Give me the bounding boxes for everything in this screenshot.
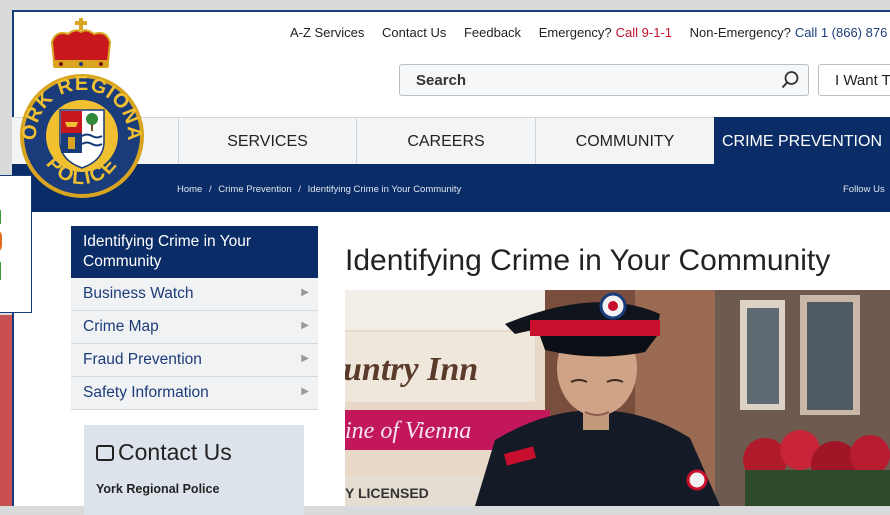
sidebar-item-label: Safety Information: [83, 384, 209, 401]
nav-community[interactable]: COMMUNITY: [535, 117, 714, 164]
page-title: Identifying Crime in Your Community: [345, 244, 831, 277]
emergency-info: Emergency? Call 9-1-1: [539, 25, 672, 40]
follow-us-label: Follow Us: [843, 184, 885, 195]
contact-us-box: Contact Us York Regional Police: [84, 425, 304, 515]
overlay-mark: [0, 262, 1, 280]
breadcrumb-section[interactable]: Crime Prevention: [218, 184, 291, 195]
search-placeholder: Search: [416, 72, 467, 89]
sign-text-top: untry Inn: [345, 351, 478, 388]
breadcrumb: Home / Crime Prevention / Identifying Cr…: [177, 184, 461, 195]
contact-title-text: Contact Us: [118, 439, 232, 465]
chevron-right-icon: ▶: [301, 287, 309, 298]
background-strip: [0, 315, 12, 506]
crown-icon: [50, 18, 112, 68]
emergency-label: Emergency?: [538, 25, 612, 40]
breadcrumb-separator: /: [208, 184, 212, 195]
sidebar-item-label: Crime Map: [83, 318, 159, 335]
chevron-right-icon: ▶: [301, 320, 309, 331]
contact-us-link[interactable]: Contact Us: [382, 25, 446, 40]
sidebar-item-business-watch[interactable]: Business Watch ▶: [71, 278, 318, 311]
sidebar-item-label: Fraud Prevention: [83, 351, 202, 368]
search-input[interactable]: Search: [399, 64, 809, 96]
frame-top: [12, 10, 890, 12]
sidebar-item-fraud-prevention[interactable]: Fraud Prevention ▶: [71, 344, 318, 377]
overlay-mark: [0, 210, 1, 224]
breadcrumb-separator: /: [298, 184, 301, 195]
non-emergency-call[interactable]: Call 1 (866) 876: [795, 25, 888, 40]
nav-careers[interactable]: CAREERS: [356, 117, 535, 164]
sign-text-middle: ine of Vienna: [345, 418, 471, 444]
utility-links: A-Z Services Contact Us Feedback Emergen…: [290, 25, 890, 40]
contact-title: Contact Us: [96, 439, 232, 466]
sidebar-item-safety-information[interactable]: Safety Information ▶: [71, 377, 318, 410]
non-emergency-info: Non-Emergency? Call 1 (866) 876: [690, 25, 888, 40]
sidebar-item-label: Business Watch: [83, 285, 194, 302]
chevron-right-icon: ▶: [301, 353, 309, 364]
i-want-to-button[interactable]: I Want T: [818, 64, 890, 96]
sign-text-bottom: Y LICENSED: [345, 485, 429, 501]
hero-photo: untry Inn ine of Vienna Y LICENSED: [345, 290, 890, 506]
breadcrumb-home[interactable]: Home: [177, 184, 202, 195]
chevron-right-icon: ▶: [301, 386, 309, 397]
sidebar-heading[interactable]: Identifying Crime in Your Community: [71, 226, 318, 278]
overlay-mark: [0, 228, 2, 254]
nav-crime-prevention[interactable]: CRIME PREVENTION: [714, 117, 890, 164]
breadcrumb-current: Identifying Crime in Your Community: [307, 184, 462, 195]
az-services-link[interactable]: A-Z Services: [290, 25, 364, 40]
feedback-link[interactable]: Feedback: [464, 25, 521, 40]
shield-icon: [59, 109, 105, 169]
sidebar-menu: Identifying Crime in Your Community Busi…: [71, 226, 318, 410]
emergency-call[interactable]: Call 9-1-1: [616, 25, 672, 40]
nav-services[interactable]: SERVICES: [178, 117, 356, 164]
police-crest-logo[interactable]: YORK REGIONAL POLICE: [16, 14, 152, 200]
contact-org: York Regional Police: [96, 482, 220, 496]
search-icon[interactable]: [780, 70, 800, 90]
i-want-to-label: I Want T: [835, 72, 890, 89]
non-emergency-label: Non-Emergency?: [689, 25, 791, 40]
sidebar-item-crime-map[interactable]: Crime Map ▶: [71, 311, 318, 344]
phone-icon: [96, 445, 114, 461]
